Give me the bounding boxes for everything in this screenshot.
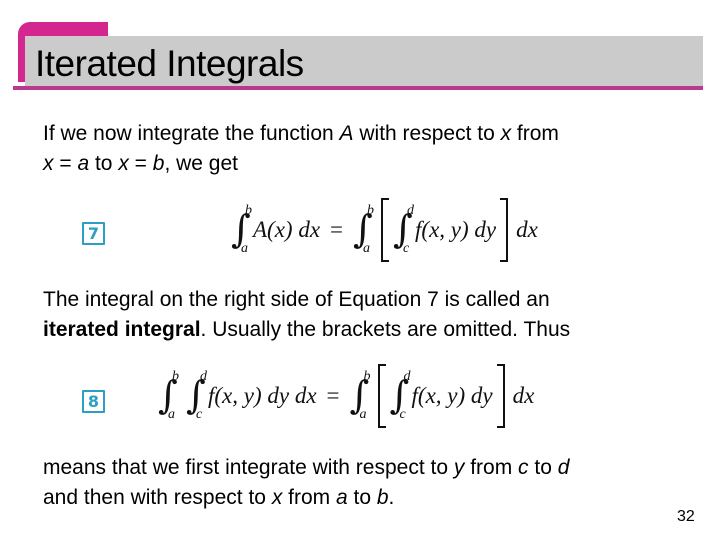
paragraph-intro-line2: x = a to x = b, we get: [43, 149, 559, 179]
text: with respect to: [353, 122, 501, 145]
text: from: [282, 486, 336, 509]
text: to: [347, 486, 377, 509]
equals-sign: =: [326, 383, 340, 408]
paragraph-definition-line2: iterated integral. Usually the brackets …: [43, 315, 570, 345]
integral-sign: ∫ b a: [158, 369, 179, 422]
var-d: d: [557, 456, 570, 479]
text: means that we first integrate with respe…: [43, 456, 454, 479]
left-bracket: [377, 364, 386, 428]
equation-7: ∫ b a A(x) dx = ∫ b a ∫ d c f(x, y) dy dx: [231, 196, 538, 264]
paragraph-definition-line1: The integral on the right side of Equati…: [43, 288, 550, 311]
var-y: y: [453, 456, 465, 479]
integral-sign: ∫ d c: [393, 203, 415, 256]
paragraph-explanation: means that we first integrate with respe…: [43, 453, 569, 513]
var-A: A: [339, 122, 354, 145]
text: to: [528, 456, 558, 479]
inner-integrand: f(x, y) dy: [415, 217, 497, 242]
equation-8: ∫ b a ∫ d c f(x, y) dy dx = ∫ b a ∫ d c f(x, y) …: [158, 362, 534, 430]
slide-title: Iterated Integrals: [35, 43, 304, 84]
text: . Usually the brackets are omitted. Thus: [200, 318, 571, 341]
inner-integrand: f(x, y) dy: [411, 383, 493, 408]
text: to: [89, 152, 119, 175]
equals-sign: =: [330, 217, 344, 242]
paragraph-intro: If we now integrate the function A with …: [43, 119, 559, 179]
text: =: [128, 152, 153, 175]
outer-differential: dx: [516, 217, 538, 242]
page-number: 32: [677, 508, 695, 525]
lhs-integrand: f(x, y) dy dx: [208, 383, 317, 408]
paragraph-intro-line1: If we now integrate the function A with …: [43, 119, 559, 149]
text: , we get: [164, 152, 238, 175]
paragraph-explanation-line1: means that we first integrate with respe…: [43, 453, 569, 483]
text: from: [511, 122, 559, 145]
var-b: b: [152, 152, 165, 175]
paragraph-definition: The integral on the right side of Equati…: [43, 285, 570, 345]
integral-sign: ∫ d c: [389, 369, 411, 422]
paragraph-explanation-line2: and then with respect to x from a to b.: [43, 483, 569, 513]
right-bracket: [500, 198, 509, 262]
integral-sign: ∫ b a: [353, 203, 375, 256]
term-iterated-integral: iterated integral: [43, 318, 201, 341]
var-b: b: [376, 486, 389, 509]
var-x: x: [118, 152, 129, 175]
integral-sign: ∫ b a: [231, 203, 252, 256]
var-a: a: [335, 486, 348, 509]
outer-differential: dx: [512, 383, 535, 408]
equation-8-label: 8: [82, 390, 105, 413]
var-x: x: [500, 122, 512, 145]
text: =: [53, 152, 78, 175]
var-x: x: [43, 152, 54, 175]
integral-sign: ∫ d c: [186, 369, 207, 422]
equation-7-label: 7: [82, 222, 105, 245]
var-x: x: [271, 486, 283, 509]
var-c: c: [518, 456, 529, 479]
var-a: a: [77, 152, 90, 175]
lhs-integrand: A(x) dx: [253, 217, 321, 242]
right-bracket: [496, 364, 505, 428]
integral-sign: ∫ b a: [349, 369, 371, 422]
text: from: [464, 456, 519, 479]
text: .: [388, 486, 395, 509]
text: and then with respect to: [43, 486, 272, 509]
text: If we now integrate the function: [43, 122, 340, 145]
left-bracket: [381, 198, 390, 262]
